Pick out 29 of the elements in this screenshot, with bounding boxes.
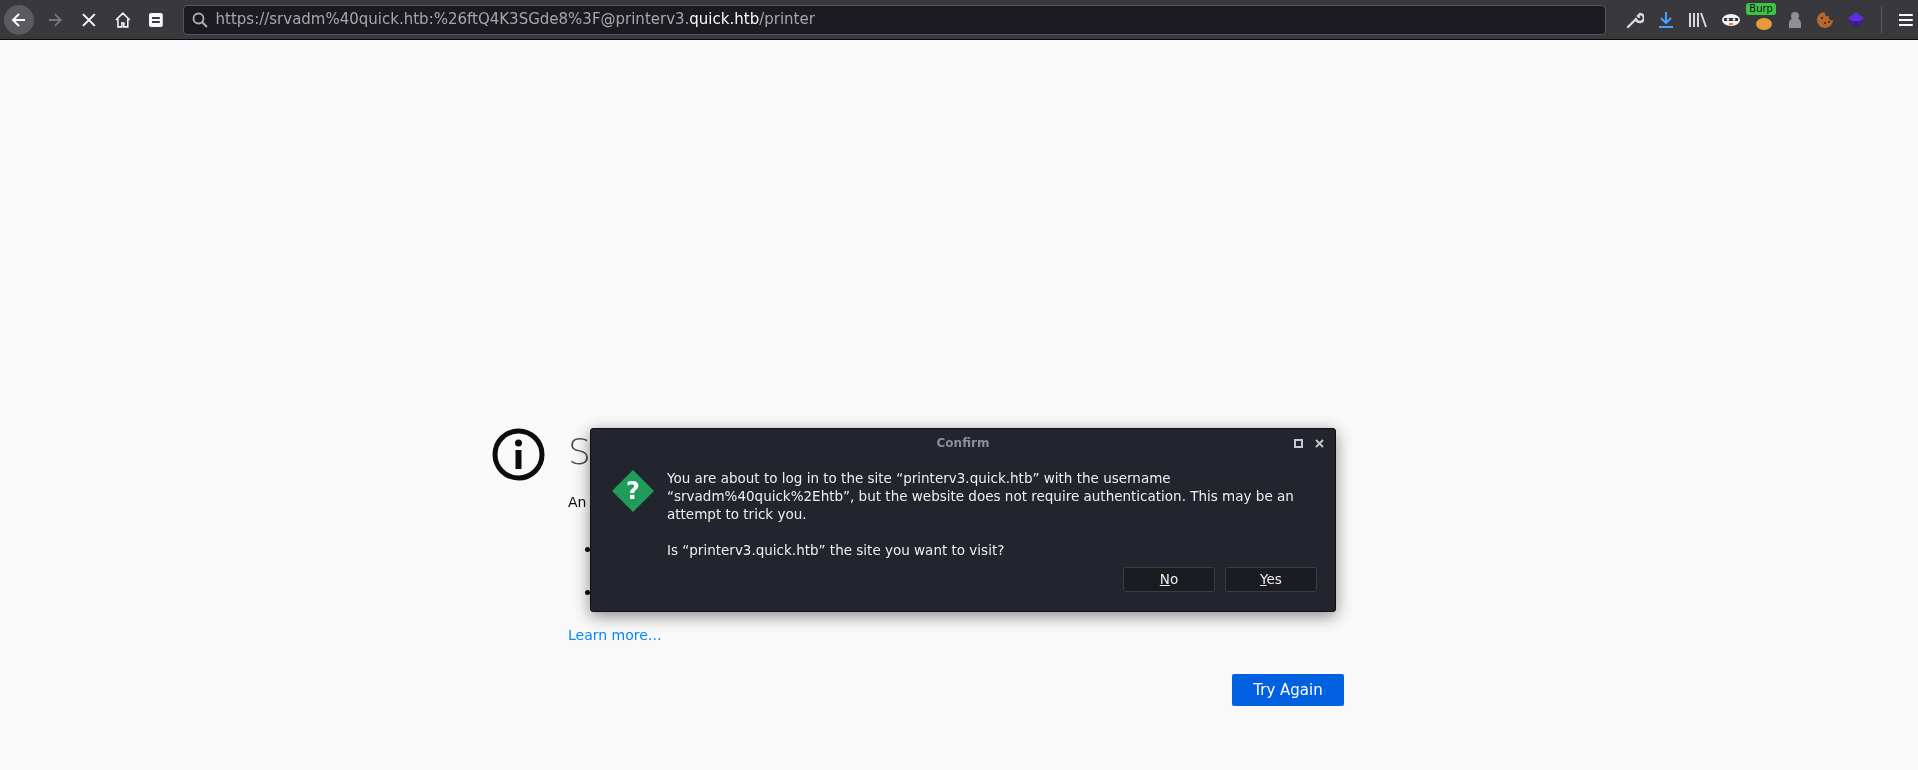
search-icon xyxy=(191,11,208,28)
dialog-question: Is “printerv3.quick.htb” the site you want to visit? xyxy=(667,541,1006,559)
error-text: An xyxy=(568,493,587,512)
url-field[interactable]: https://srvadm%40quick.htb:%26ftQ4K3SGde8%3F@printerv3.quick.htb/printer xyxy=(182,4,1607,35)
maximize-icon[interactable] xyxy=(1294,439,1303,448)
error-heading: S xyxy=(568,430,591,474)
menu-icon[interactable] xyxy=(1898,12,1914,27)
cookie-icon[interactable] xyxy=(1816,10,1835,29)
dialog-button[interactable]: Yes xyxy=(1225,567,1317,592)
burp-badge: Burp xyxy=(1746,2,1776,15)
home-icon[interactable] xyxy=(115,11,131,28)
figure-icon[interactable] xyxy=(1787,10,1804,29)
back-arrow-icon xyxy=(9,10,28,29)
wrench-icon[interactable] xyxy=(1626,10,1645,29)
try-again-button[interactable]: Try Again xyxy=(1232,674,1344,706)
back-button[interactable] xyxy=(4,4,34,35)
download-icon[interactable] xyxy=(1657,10,1676,29)
stop-icon[interactable] xyxy=(81,11,97,28)
reader-icon[interactable] xyxy=(148,12,163,27)
dialog-message: You are about to log in to the site “printerv3.quick.htb” with the username “srvadm%40quick%2Ehtb”, but the website does not require authentication. This may be an attempt to trick you. xyxy=(667,469,1295,523)
url-text: https://srvadm%40quick.htb:%26ftQ4K3SGde8%3F@printerv3.quick.htb/printer xyxy=(215,9,815,31)
learn-more-link[interactable]: Learn more… xyxy=(568,625,662,646)
question-icon: ? xyxy=(611,469,655,513)
extension-icon[interactable] xyxy=(1755,17,1774,30)
library-icon[interactable] xyxy=(1688,10,1709,29)
close-icon[interactable] xyxy=(1315,439,1324,448)
dialog-title: Confirm xyxy=(936,435,990,452)
info-icon xyxy=(492,428,545,481)
dialog-button[interactable]: No xyxy=(1123,567,1215,592)
